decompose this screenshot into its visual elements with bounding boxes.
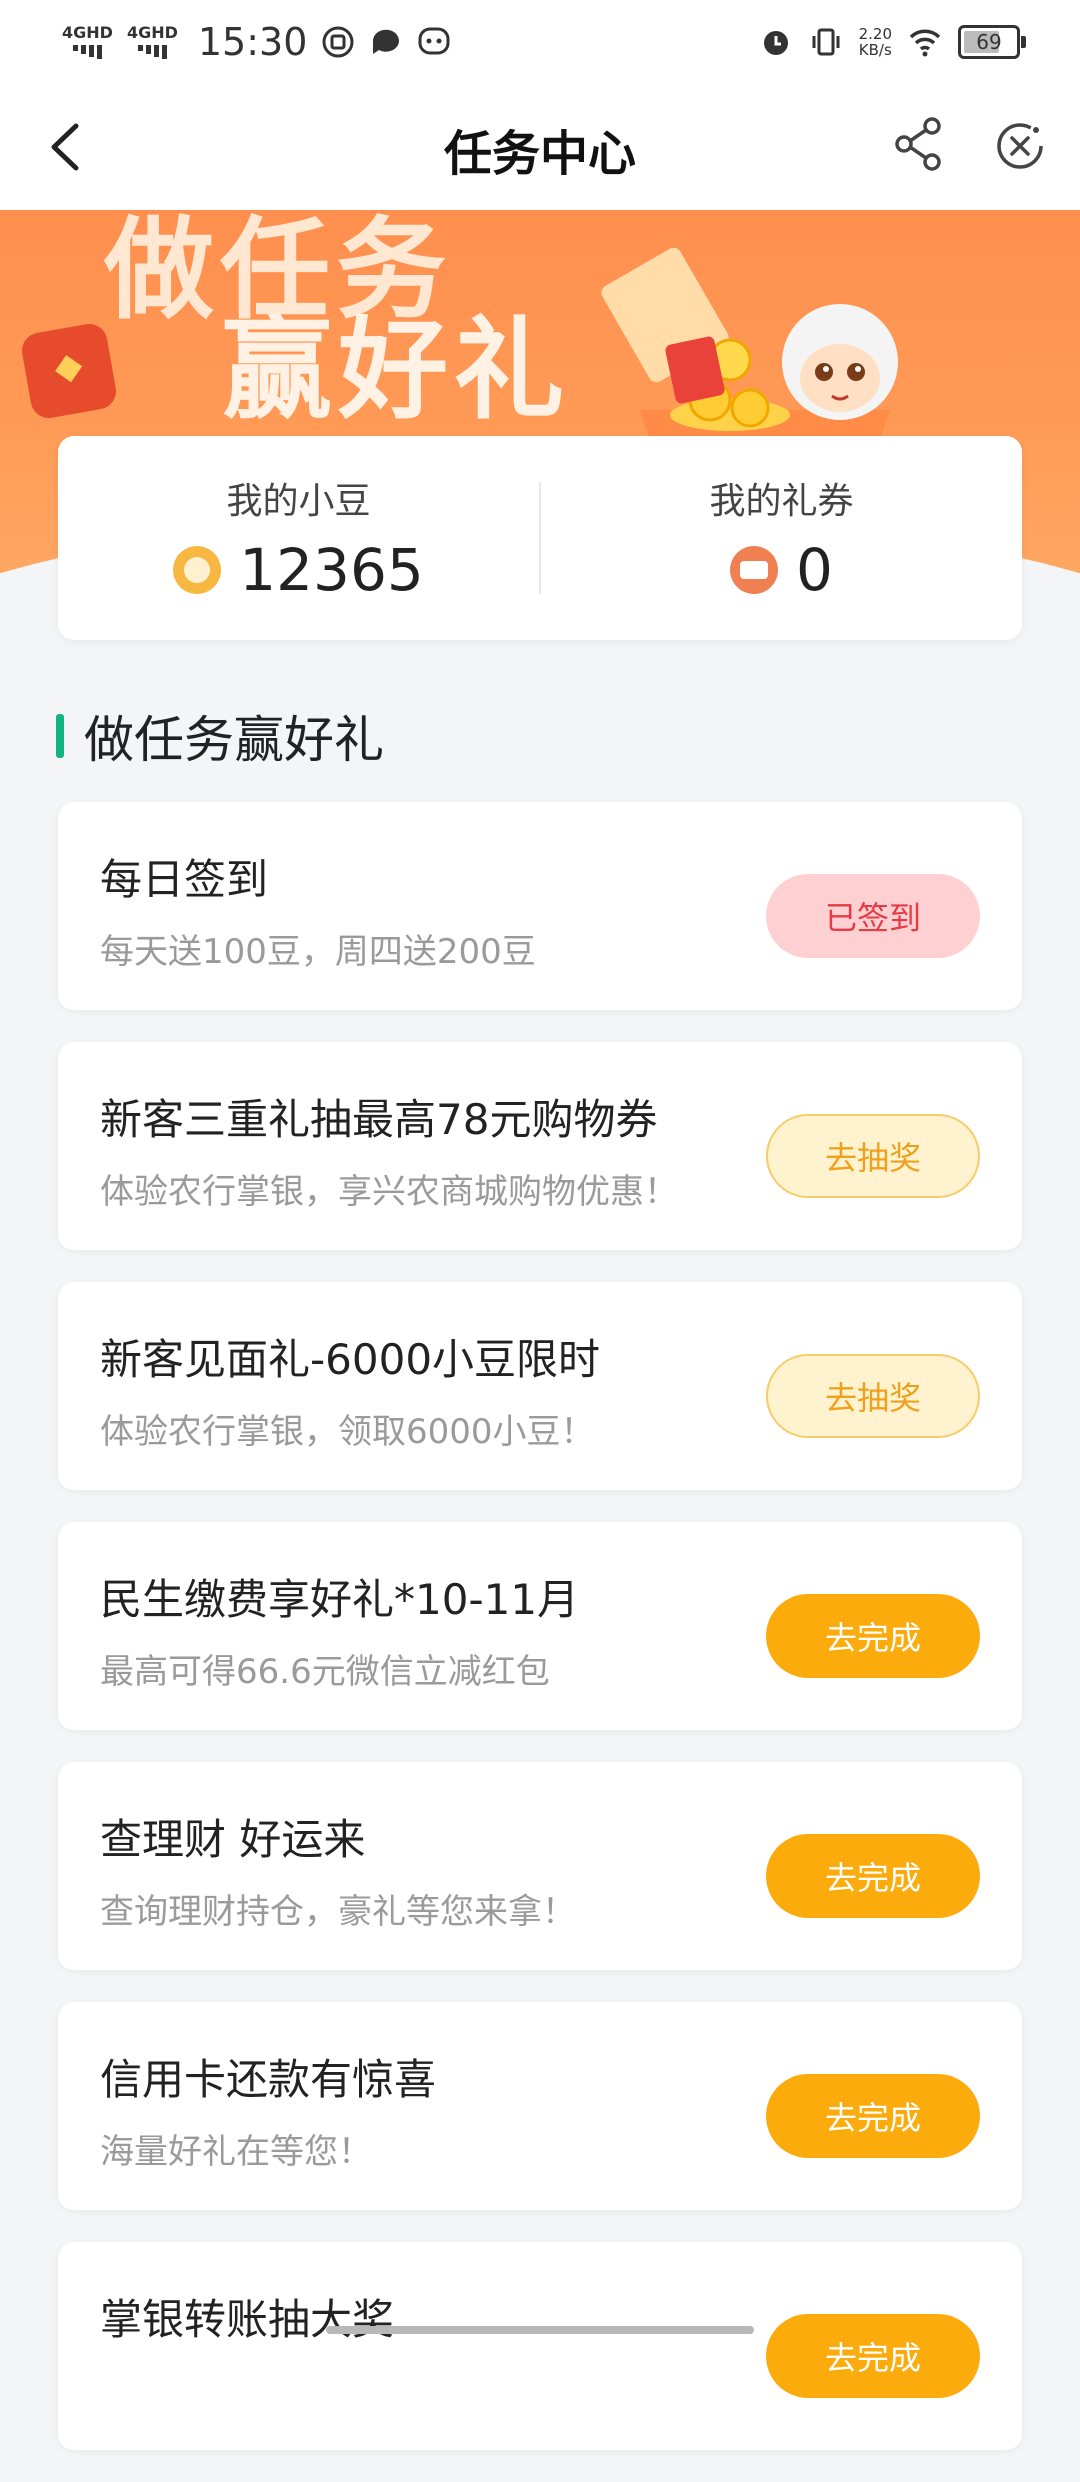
go-complete-button[interactable]: 去完成 xyxy=(766,2074,980,2158)
task-item-daily-checkin: 每日签到 每天送100豆，周四送200豆 已签到 xyxy=(58,802,1022,1010)
task-description: 体验农行掌银，享兴农商城购物优惠！ xyxy=(100,1172,678,1212)
section-title: 做任务赢好礼 xyxy=(84,711,384,769)
task-title: 每日签到 xyxy=(100,855,269,904)
coupons-value: 0 xyxy=(796,536,833,604)
task-item-new-customer-triple-gift: 新客三重礼抽最高78元购物券 体验农行掌银，享兴农商城购物优惠！ 去抽奖 xyxy=(58,1042,1022,1250)
checked-in-button[interactable]: 已签到 xyxy=(766,874,980,958)
task-title: 信用卡还款有惊喜 xyxy=(100,2055,437,2104)
close-mini-program-icon[interactable] xyxy=(990,116,1050,176)
status-time: 15:30 xyxy=(197,20,308,64)
alarm-icon xyxy=(763,31,788,55)
share-icon[interactable] xyxy=(890,114,950,174)
task-title: 新客三重礼抽最高78元购物券 xyxy=(100,1095,658,1144)
vibrate-icon xyxy=(812,28,840,56)
draw-lottery-button[interactable]: 去抽奖 xyxy=(766,1114,980,1198)
signal-indicator-2: 4GHD xyxy=(127,25,178,59)
task-item-transfer-lottery: 掌银转账抽大奖 去完成 xyxy=(58,2242,1022,2450)
section-heading: 做任务赢好礼 xyxy=(56,706,384,769)
app-notification-icon xyxy=(322,26,354,58)
task-description: 海量好礼在等您！ xyxy=(100,2132,372,2172)
task-title: 掌银转账抽大奖 xyxy=(100,2295,395,2344)
task-item-credit-card-repayment: 信用卡还款有惊喜 海量好礼在等您！ 去完成 xyxy=(58,2002,1022,2210)
red-envelope-icon xyxy=(19,321,119,421)
wifi-icon xyxy=(909,29,941,57)
assets-summary-card: 我的小豆 12365 我的礼券 0 xyxy=(58,436,1022,640)
go-complete-button[interactable]: 去完成 xyxy=(766,2314,980,2398)
coin-icon xyxy=(173,546,222,594)
task-description: 最高可得66.6元微信立减红包 xyxy=(100,1652,550,1692)
section-accent-bar xyxy=(56,714,64,758)
beans-value: 12365 xyxy=(239,536,424,604)
my-coupons[interactable]: 我的礼券 0 xyxy=(541,436,1022,640)
task-item-utility-payment: 民生缴费享好礼*10-11月 最高可得66.6元微信立减红包 去完成 xyxy=(58,1522,1022,1730)
network-speed: 2.20 KB/s xyxy=(858,25,892,59)
task-description: 体验农行掌银，领取6000小豆！ xyxy=(100,1412,595,1452)
go-complete-button[interactable]: 去完成 xyxy=(766,1834,980,1918)
signal-indicator-1: 4GHD xyxy=(62,25,113,59)
battery-indicator: 69 xyxy=(958,25,1026,59)
chat-notification-icon xyxy=(418,27,450,55)
message-notification-icon xyxy=(373,29,400,54)
task-item-new-customer-welcome-gift: 新客见面礼-6000小豆限时 体验农行掌银，领取6000小豆！ 去抽奖 xyxy=(58,1282,1022,1490)
banner-line-2: 赢好礼 xyxy=(222,306,570,434)
go-complete-button[interactable]: 去完成 xyxy=(766,1594,980,1678)
task-description: 每天送100豆，周四送200豆 xyxy=(100,932,536,972)
nav-bar: 任务中心 xyxy=(0,84,1080,210)
task-list: 每日签到 每天送100豆，周四送200豆 已签到 新客三重礼抽最高78元购物券 … xyxy=(58,802,1022,2482)
voucher-icon xyxy=(730,546,779,594)
draw-lottery-button[interactable]: 去抽奖 xyxy=(766,1354,980,1438)
coupons-label: 我的礼券 xyxy=(709,481,854,522)
my-beans[interactable]: 我的小豆 12365 xyxy=(58,436,539,640)
task-title: 新客见面礼-6000小豆限时 xyxy=(100,1335,601,1384)
task-title: 查理财 好运来 xyxy=(100,1815,366,1864)
task-description: 查询理财持仓，豪礼等您来拿！ xyxy=(100,1892,576,1932)
task-item-check-wealth: 查理财 好运来 查询理财持仓，豪礼等您来拿！ 去完成 xyxy=(58,1762,1022,1970)
status-bar: 4GHD 4GHD 15:30 2.20 KB/s 69 xyxy=(0,0,1080,84)
beans-label: 我的小豆 xyxy=(226,481,371,522)
task-title: 民生缴费享好礼*10-11月 xyxy=(100,1575,580,1624)
home-indicator[interactable] xyxy=(326,2326,754,2334)
